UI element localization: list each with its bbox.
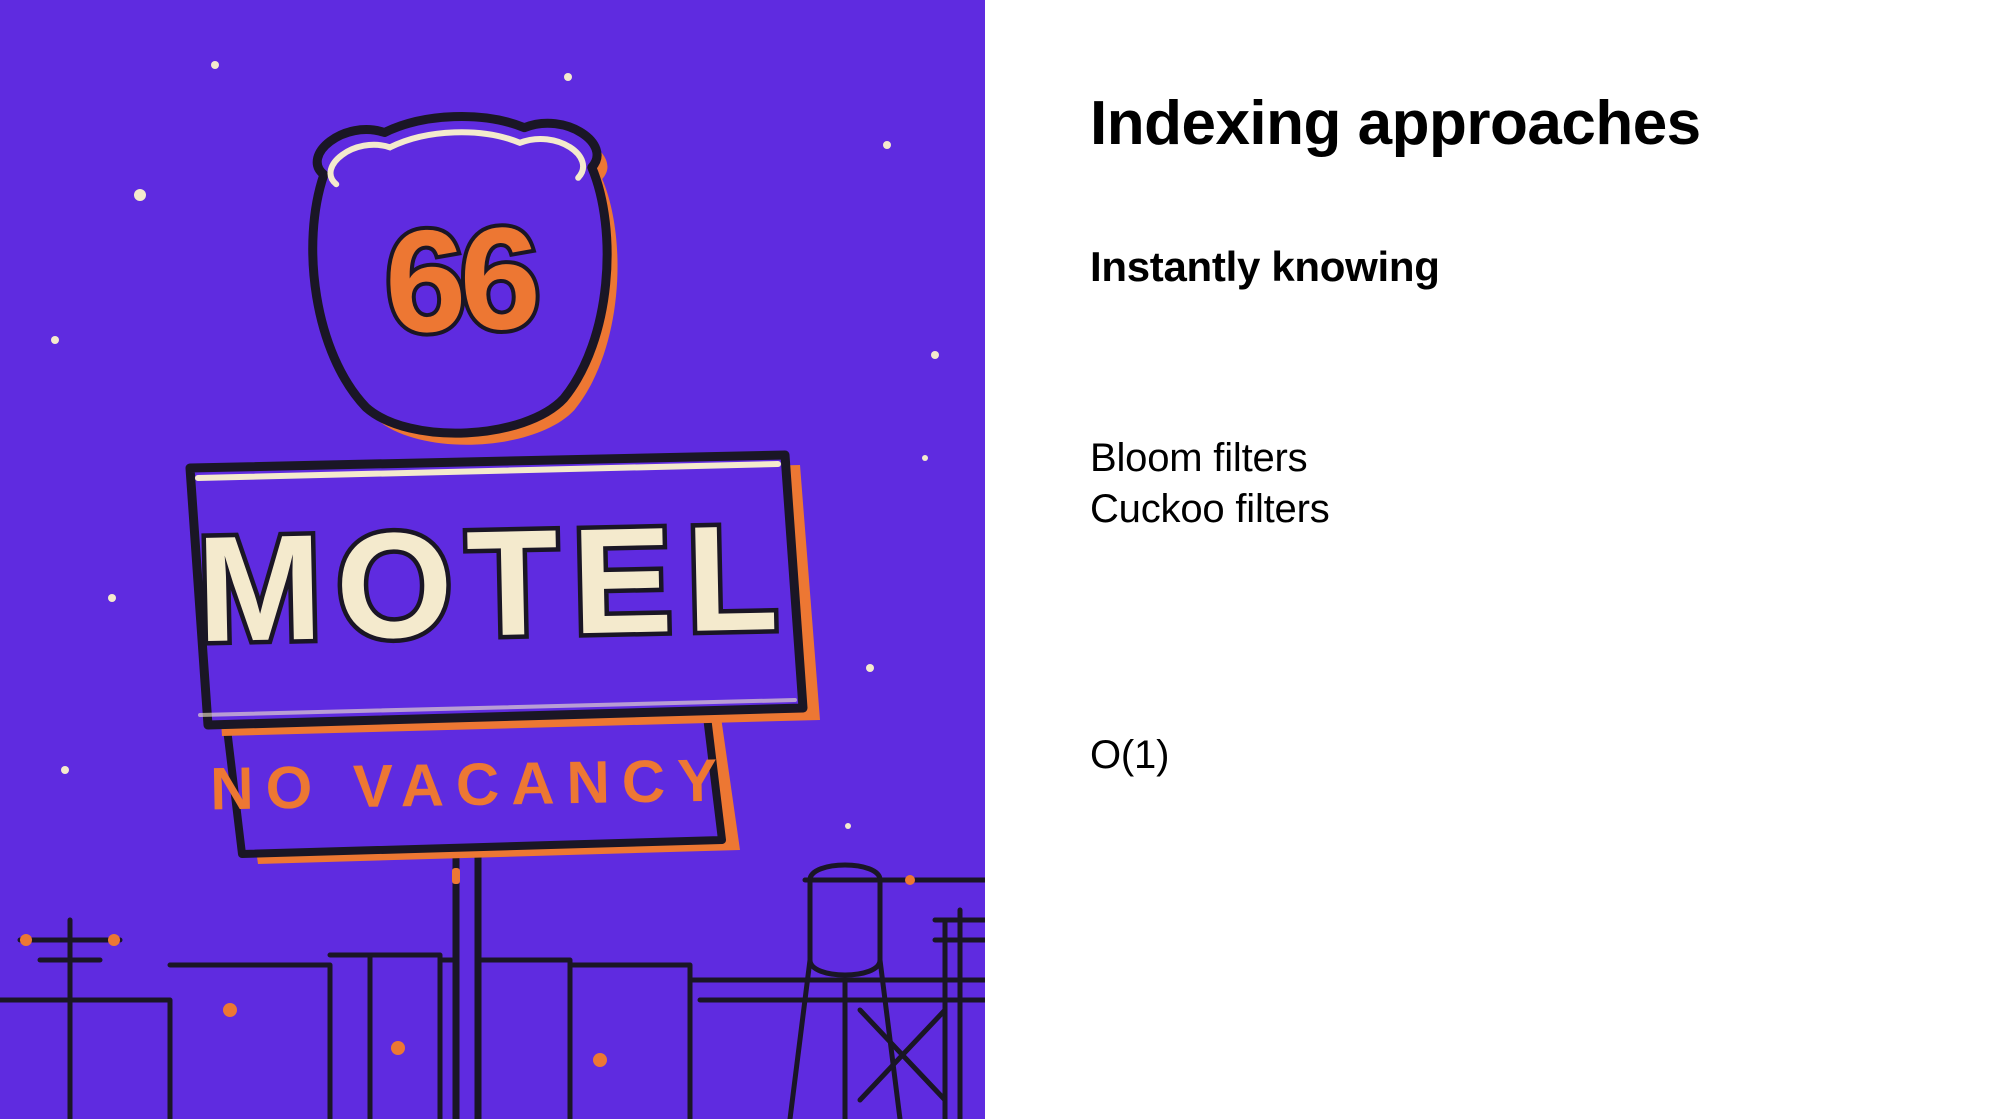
slide-title: Indexing approaches [1090, 90, 1959, 158]
slide-subtitle: Instantly knowing [1090, 242, 1959, 292]
motel-sign-illustration: NO VACANCY MOTEL [0, 0, 985, 1119]
illustration-panel: NO VACANCY MOTEL [0, 0, 985, 1119]
body-line: Cuckoo filters [1090, 484, 1959, 535]
content-panel: Indexing approaches Instantly knowing Bl… [985, 0, 1999, 1119]
body-block-2: O(1) [1090, 730, 1959, 781]
route-number: 66 [382, 196, 538, 363]
no-vacancy-text: NO VACANCY [210, 746, 730, 822]
body-line: Bloom filters [1090, 433, 1959, 484]
motel-text: MOTEL [195, 493, 793, 673]
body-block-1: Bloom filters Cuckoo filters [1090, 433, 1959, 535]
slide: NO VACANCY MOTEL [0, 0, 1999, 1119]
